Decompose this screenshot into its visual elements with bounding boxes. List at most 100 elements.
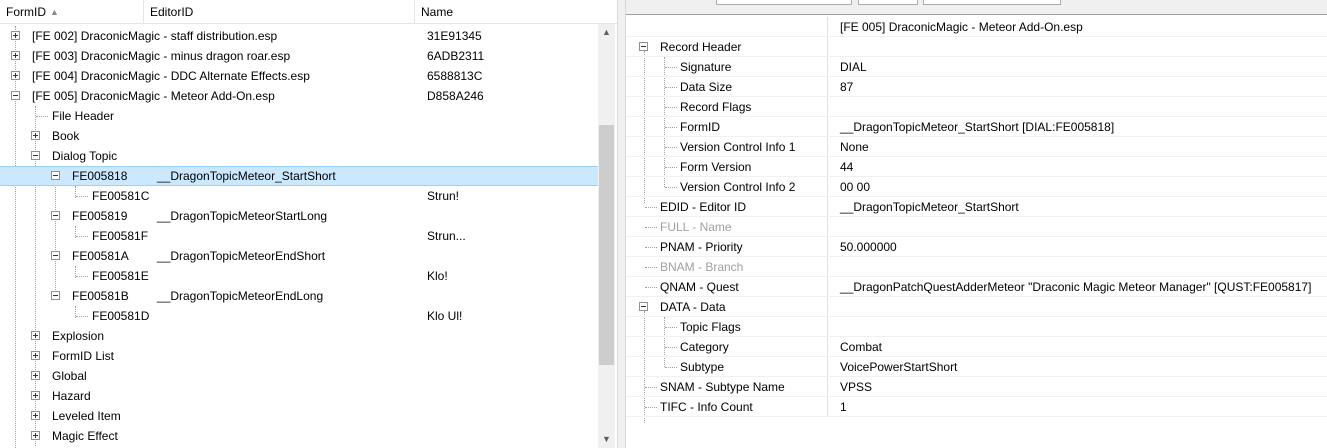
tree-row-group[interactable]: Magic Effect	[0, 426, 598, 446]
column-divider	[827, 77, 828, 96]
expand-plus-icon[interactable]	[11, 71, 20, 80]
field-value[interactable]: None	[840, 137, 869, 157]
group-label: File Header	[52, 109, 115, 123]
field-value[interactable]: 87	[840, 77, 853, 97]
collapse-minus-icon[interactable]	[639, 42, 648, 51]
expand-plus-icon[interactable]	[11, 31, 20, 40]
expand-plus-icon[interactable]	[31, 351, 40, 360]
record-header-row[interactable]: Record Header	[626, 37, 1327, 57]
column-divider	[827, 137, 828, 156]
field-value[interactable]: 00 00	[840, 177, 870, 197]
tree-guide-line	[645, 247, 657, 248]
field-row-data-size[interactable]: Data Size 87	[626, 77, 1327, 97]
expand-plus-icon[interactable]	[31, 391, 40, 400]
field-value[interactable]: 1	[840, 397, 847, 417]
field-row-formid[interactable]: FormID __DragonTopicMeteor_StartShort [D…	[626, 117, 1327, 137]
field-row-form-version[interactable]: Form Version 44	[626, 157, 1327, 177]
tree-guide-line	[645, 267, 657, 268]
tree-row-topic[interactable]: FE005819 __DragonTopicMeteorStartLong	[0, 206, 598, 226]
tree-row-group-expanded[interactable]: Dialog Topic	[0, 146, 598, 166]
tree-row-plugin[interactable]: [FE 004] DraconicMagic - DDC Alternate E…	[0, 66, 598, 86]
tree-row-topic-selected[interactable]: FE005818 __DragonTopicMeteor_StartShort	[0, 166, 598, 186]
tree-row-group[interactable]: Explosion	[0, 326, 598, 346]
field-row-tifc[interactable]: TIFC - Info Count 1	[626, 397, 1327, 417]
expand-plus-icon[interactable]	[31, 371, 40, 380]
scroll-thumb[interactable]	[599, 125, 614, 365]
plugin-name: 31E91345	[427, 29, 482, 43]
group-label: Leveled Item	[52, 409, 121, 423]
tree-guide-line	[665, 107, 677, 108]
tree-row-info[interactable]: FE00581F Strun...	[0, 226, 598, 246]
tree-row-info[interactable]: FE00581D Klo Ul!	[0, 306, 598, 326]
field-row-edid[interactable]: EDID - Editor ID __DragonTopicMeteor_Sta…	[626, 197, 1327, 217]
field-value[interactable]: VoicePowerStartShort	[840, 357, 957, 377]
record-fields-grid: [FE 005] DraconicMagic - Meteor Add-On.e…	[626, 17, 1327, 448]
column-divider	[827, 157, 828, 176]
collapse-minus-icon[interactable]	[11, 91, 20, 100]
toolbar-field[interactable]	[716, 0, 852, 5]
expand-plus-icon[interactable]	[31, 331, 40, 340]
tree-row-plugin-expanded[interactable]: [FE 005] DraconicMagic - Meteor Add-On.e…	[0, 86, 598, 106]
field-row-version-control-2[interactable]: Version Control Info 2 00 00	[626, 177, 1327, 197]
field-row-full-name[interactable]: FULL - Name	[626, 217, 1327, 237]
field-value[interactable]: 44	[840, 157, 853, 177]
field-row-record-flags[interactable]: Record Flags	[626, 97, 1327, 117]
field-value[interactable]: __DragonTopicMeteor_StartShort [DIAL:FE0…	[840, 117, 1114, 137]
tree-row-group[interactable]: Global	[0, 366, 598, 386]
toolbar-button[interactable]	[858, 0, 918, 5]
expand-plus-icon[interactable]	[31, 411, 40, 420]
collapse-minus-icon[interactable]	[639, 302, 648, 311]
tree-row-group[interactable]: FormID List	[0, 346, 598, 366]
tree-row-group[interactable]: File Header	[0, 106, 598, 126]
field-value[interactable]: Combat	[840, 337, 882, 357]
tree-row-info[interactable]: FE00581C Strun!	[0, 186, 598, 206]
field-row-qnam[interactable]: QNAM - Quest __DragonPatchQuestAdderMete…	[626, 277, 1327, 297]
toolbar-field[interactable]	[923, 0, 1061, 5]
data-group-row[interactable]: DATA - Data	[626, 297, 1327, 317]
field-row-topic-flags[interactable]: Topic Flags	[626, 317, 1327, 337]
field-row-version-control-1[interactable]: Version Control Info 1 None	[626, 137, 1327, 157]
field-row-snam[interactable]: SNAM - Subtype Name VPSS	[626, 377, 1327, 397]
field-value[interactable]: DIAL	[840, 57, 867, 77]
field-value[interactable]: __DragonTopicMeteor_StartShort	[840, 197, 1019, 217]
collapse-minus-icon[interactable]	[51, 291, 60, 300]
tree-row-topic[interactable]: FE00581A __DragonTopicMeteorEndShort	[0, 246, 598, 266]
field-row-category[interactable]: Category Combat	[626, 337, 1327, 357]
tree-row-group[interactable]: Hazard	[0, 386, 598, 406]
expand-plus-icon[interactable]	[11, 51, 20, 60]
scroll-up-arrow-icon[interactable]: ▲	[598, 24, 615, 41]
column-header-formid[interactable]: FormID ▲	[0, 0, 144, 24]
expand-plus-icon[interactable]	[31, 431, 40, 440]
column-header-name[interactable]: Name	[415, 0, 598, 24]
column-header-editorid-label: EditorID	[150, 5, 194, 19]
sort-ascending-icon: ▲	[50, 7, 59, 17]
field-value[interactable]: 50.000000	[840, 237, 897, 257]
field-row-subtype[interactable]: Subtype VoicePowerStartShort	[626, 357, 1327, 377]
collapse-minus-icon[interactable]	[51, 251, 60, 260]
topic-formid: FE005819	[72, 209, 128, 223]
tree-row-plugin[interactable]: [FE 002] DraconicMagic - staff distribut…	[0, 26, 598, 46]
collapse-minus-icon[interactable]	[31, 151, 40, 160]
tree-row-plugin[interactable]: [FE 003] DraconicMagic - minus dragon ro…	[0, 46, 598, 66]
tree-vertical-scrollbar[interactable]: ▲ ▼	[598, 24, 615, 448]
field-label: Form Version	[680, 160, 752, 174]
scroll-down-arrow-icon[interactable]: ▼	[598, 431, 615, 448]
field-value[interactable]: VPSS	[840, 377, 872, 397]
group-label: Book	[52, 129, 80, 143]
tree-row-group[interactable]: Book	[0, 126, 598, 146]
field-row-signature[interactable]: Signature DIAL	[626, 57, 1327, 77]
tree-row-topic[interactable]: FE00581B __DragonTopicMeteorEndLong	[0, 286, 598, 306]
info-name: Klo!	[427, 269, 448, 283]
info-name: Klo Ul!	[427, 309, 463, 323]
expand-plus-icon[interactable]	[31, 131, 40, 140]
field-row-bnam[interactable]: BNAM - Branch	[626, 257, 1327, 277]
field-label: PNAM - Priority	[660, 240, 743, 254]
tree-row-group[interactable]: Leveled Item	[0, 406, 598, 426]
field-value[interactable]: __DragonPatchQuestAdderMeteor "Draconic …	[840, 277, 1311, 297]
column-header-editorid[interactable]: EditorID	[144, 0, 415, 24]
collapse-minus-icon[interactable]	[51, 211, 60, 220]
collapse-minus-icon[interactable]	[51, 171, 60, 180]
field-row-pnam[interactable]: PNAM - Priority 50.000000	[626, 237, 1327, 257]
tree-row-info[interactable]: FE00581E Klo!	[0, 266, 598, 286]
pane-splitter[interactable]	[617, 0, 626, 448]
